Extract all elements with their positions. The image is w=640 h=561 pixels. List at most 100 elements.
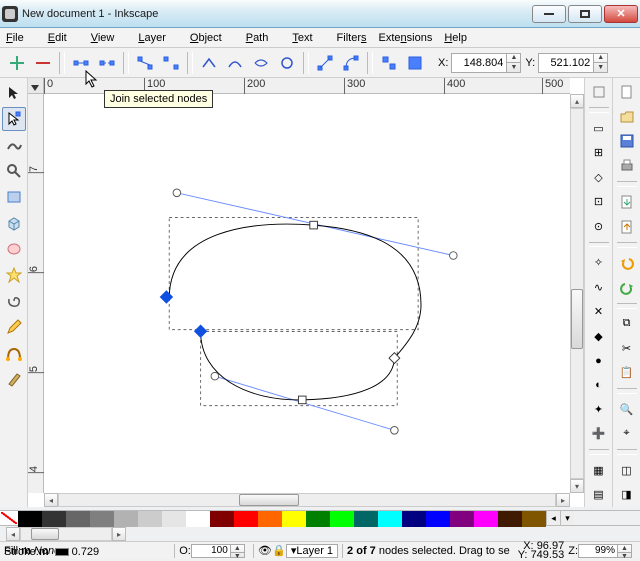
color-swatch[interactable] [306,511,330,527]
color-swatch[interactable] [114,511,138,527]
color-swatch[interactable] [18,511,42,527]
save-button[interactable] [615,130,639,153]
scroll-track[interactable] [58,493,556,507]
menu-filters[interactable]: Filters [337,32,367,44]
swatch-none[interactable] [0,511,18,525]
y-spinner[interactable]: ▲▼ [594,53,608,73]
insert-node-button[interactable] [6,52,28,74]
handle-endpoint[interactable] [391,427,399,435]
node-cusp-button[interactable] [198,52,220,74]
snap-bbox-edge-button[interactable]: ⊞ [587,142,611,164]
pencil-tool[interactable] [2,315,26,339]
color-swatch[interactable] [426,511,450,527]
snap-center-button[interactable]: ⊙ [587,215,611,237]
nodes[interactable] [160,189,457,434]
color-swatch[interactable] [138,511,162,527]
menu-extensions[interactable]: Extensions [379,32,433,44]
segment-line-button[interactable] [314,52,336,74]
node-smooth-button[interactable] [224,52,246,74]
zoom-spinner[interactable]: ▲▼ [618,544,632,558]
snap-smooth-button[interactable]: ● [587,349,611,371]
node-symmetric-button[interactable] [250,52,272,74]
zoom-drawing-button[interactable]: ⌖ [615,423,639,446]
snap-grid-button[interactable]: ▤ [587,483,611,505]
scrollbar-vertical[interactable]: ▴ ▾ [570,94,584,493]
path-segment[interactable] [201,332,395,400]
layer-visibility-icon[interactable]: 👁 [258,544,272,558]
x-input[interactable] [451,53,507,73]
copy-button[interactable]: ⧉ [615,313,639,336]
paste-button[interactable]: 📋 [615,362,639,385]
color-swatch[interactable] [258,511,282,527]
duplicate-button[interactable]: ◫ [615,459,639,482]
stroke-to-path-button[interactable] [404,52,426,74]
color-swatch[interactable] [354,511,378,527]
new-document-button[interactable] [615,81,639,104]
close-button[interactable] [604,5,638,23]
handle-endpoint[interactable] [450,252,458,260]
delete-node-button[interactable] [32,52,54,74]
canvas[interactable] [44,94,570,493]
rect-tool[interactable] [2,185,26,209]
color-swatch[interactable] [402,511,426,527]
drawing[interactable] [44,94,570,493]
menu-path[interactable]: Path [246,32,281,44]
scrollbar-horizontal[interactable]: ◂ ▸ [44,493,570,507]
cut-button[interactable]: ✂ [615,337,639,360]
snap-object-center-button[interactable]: ✦ [587,398,611,420]
snap-path-button[interactable]: ∿ [587,276,611,298]
snap-cusp-button[interactable]: ◆ [587,325,611,347]
menu-view[interactable]: View [91,32,127,44]
path-node-selected[interactable] [195,325,207,337]
color-swatch[interactable] [282,511,306,527]
y-input[interactable] [538,53,594,73]
bezier-tool[interactable] [2,341,26,365]
ruler-origin[interactable] [28,78,44,94]
path-segment[interactable] [169,224,421,358]
segment-curve-button[interactable] [340,52,362,74]
palette-scroll-left[interactable]: ◂ [546,511,560,525]
color-swatch[interactable] [186,511,210,527]
color-swatch[interactable] [66,511,90,527]
scroll-left-button[interactable]: ◂ [6,527,20,541]
zoom-input[interactable] [578,544,618,558]
layer-lock-icon[interactable]: 🔒 [272,544,286,558]
color-swatch[interactable] [450,511,474,527]
box3d-tool[interactable] [2,211,26,235]
color-swatch[interactable] [234,511,258,527]
color-swatch[interactable] [210,511,234,527]
scroll-thumb[interactable] [239,494,299,506]
join-with-segment-button[interactable] [134,52,156,74]
path-node[interactable] [298,396,306,404]
menu-object[interactable]: Object [190,32,234,44]
x-spinner[interactable]: ▲▼ [507,53,521,73]
scroll-up-button[interactable]: ▴ [570,94,584,108]
scroll-track[interactable] [570,108,584,479]
spiral-tool[interactable] [2,289,26,313]
ruler-vertical[interactable]: 7 6 5 4 [28,94,44,493]
scroll-left-button[interactable]: ◂ [44,493,58,507]
snap-enable-button[interactable] [587,81,611,103]
clone-button[interactable]: ◨ [615,483,639,506]
snap-rotation-center-button[interactable]: ➕ [587,423,611,445]
node-tool[interactable] [2,107,26,131]
ellipse-tool[interactable] [2,237,26,261]
scroll-down-button[interactable]: ▾ [570,479,584,493]
opacity-spinner[interactable]: ▲▼ [231,544,245,558]
selector-tool[interactable] [2,81,26,105]
snap-intersection-button[interactable]: ✕ [587,300,611,322]
path-node[interactable] [310,221,318,229]
open-button[interactable] [615,106,639,129]
opacity-input[interactable] [191,544,231,558]
snap-bbox-button[interactable]: ▭ [587,117,611,139]
color-swatch[interactable] [90,511,114,527]
scroll-right-button[interactable]: ▸ [112,527,126,541]
palette-scrollbar[interactable]: ◂ ▸ [6,527,126,541]
handle-endpoint[interactable] [211,372,219,380]
zoom-tool[interactable] [2,159,26,183]
node-auto-button[interactable] [276,52,298,74]
minimize-button[interactable] [532,5,566,23]
color-swatch[interactable] [498,511,522,527]
scroll-right-button[interactable]: ▸ [556,493,570,507]
snap-edge-midpoint-button[interactable]: ⊡ [587,191,611,213]
